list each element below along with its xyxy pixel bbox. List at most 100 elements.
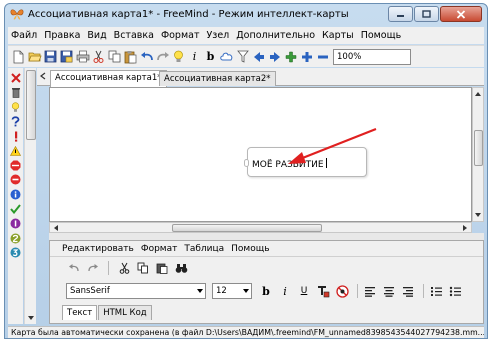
canvas-vertical-scrollbar[interactable]	[472, 87, 484, 222]
icon-palette-scroll-thumb[interactable]	[26, 70, 36, 140]
maximize-button[interactable]	[414, 6, 439, 22]
editor-cut-button[interactable]	[116, 261, 132, 275]
canvas-vertical-scroll-thumb[interactable]	[474, 130, 483, 166]
question-icon-button[interactable]	[10, 116, 22, 128]
editor-clear-format-button[interactable]	[334, 283, 350, 299]
align-center-button[interactable]	[381, 283, 397, 299]
scroll-right-arrow-icon[interactable]	[461, 224, 469, 232]
save-button[interactable]	[43, 49, 58, 65]
check-icon	[10, 204, 21, 214]
editor-underline-button[interactable]: U	[296, 283, 312, 299]
trash-icon-button[interactable]	[10, 87, 22, 99]
tab-html-code[interactable]: HTML Код	[98, 305, 152, 320]
menu-format[interactable]: Формат	[161, 30, 200, 41]
bullet-list-button[interactable]	[447, 283, 463, 299]
panel-splitter[interactable]	[49, 233, 484, 240]
copy-button[interactable]	[107, 49, 122, 65]
priority-3-icon-button[interactable]	[10, 247, 22, 259]
cloud-button[interactable]	[219, 49, 234, 65]
freemind-butterfly-icon	[10, 9, 24, 20]
numbered-list-icon	[430, 286, 442, 296]
info-icon-button[interactable]	[10, 188, 22, 200]
remove-icon-button[interactable]	[10, 72, 22, 84]
menu-tools[interactable]: Дополнительно	[236, 30, 315, 41]
menu-file[interactable]: Файл	[11, 30, 37, 41]
tab-text[interactable]: Текст	[62, 305, 98, 320]
scroll-down-arrow-icon[interactable]	[474, 211, 482, 219]
exclamation-icon-button[interactable]	[10, 130, 22, 142]
editor-menu-help[interactable]: Помощь	[231, 244, 269, 254]
menu-help[interactable]: Помощь	[361, 30, 401, 41]
scroll-left-arrow-icon[interactable]	[52, 224, 60, 232]
zoom-in-button[interactable]	[299, 49, 314, 65]
open-button[interactable]	[27, 49, 42, 65]
bold-icon: b	[206, 50, 215, 63]
menu-view[interactable]: Вид	[87, 30, 106, 41]
mind-map-canvas[interactable]: МОЁ РАЗВИТИЕ	[49, 87, 472, 222]
annotation-arrow	[288, 127, 377, 164]
editor-menu-edit[interactable]: Редактировать	[62, 244, 134, 254]
menu-edit[interactable]: Правка	[44, 30, 80, 41]
annotation-arrowhead	[288, 152, 306, 164]
tab-map-2[interactable]: Ассоциативная карта2*	[159, 71, 276, 86]
font-size-select[interactable]: 12	[212, 283, 252, 299]
menu-insert[interactable]: Вставка	[114, 30, 154, 41]
minimize-button[interactable]	[388, 6, 413, 22]
nav-left-button[interactable]	[251, 49, 266, 65]
undo-button[interactable]	[139, 49, 154, 65]
warning-icon-button[interactable]	[10, 145, 22, 157]
align-right-button[interactable]	[400, 283, 416, 299]
cut-icon	[119, 262, 129, 274]
align-left-button[interactable]	[362, 283, 378, 299]
editor-menu-table[interactable]: Таблица	[184, 244, 224, 254]
stop-icon-button[interactable]	[10, 159, 22, 171]
numbered-list-button[interactable]	[428, 283, 444, 299]
nav-right-button[interactable]	[267, 49, 282, 65]
editor-menu-format[interactable]: Формат	[141, 244, 178, 254]
zoom-out-button[interactable]	[315, 49, 330, 65]
bold-button[interactable]: b	[203, 49, 218, 65]
check-icon-button[interactable]	[10, 203, 22, 215]
bullet-list-icon	[449, 286, 461, 296]
print-icon	[76, 50, 89, 63]
minus-circle-icon-button[interactable]	[10, 174, 22, 186]
redo-button[interactable]	[155, 49, 170, 65]
editor-find-button[interactable]	[173, 261, 189, 275]
menu-node[interactable]: Узел	[206, 30, 229, 41]
editor-undo-button[interactable]	[66, 261, 82, 275]
minimize-icon	[397, 15, 404, 17]
tab-scroll-left-icon[interactable]	[39, 72, 47, 80]
menu-maps[interactable]: Карты	[322, 30, 354, 41]
scroll-down-arrow-icon[interactable]	[27, 314, 35, 322]
icon-palette-scrollbar[interactable]	[24, 68, 36, 324]
editor-bold-button[interactable]: b	[258, 283, 274, 299]
print-button[interactable]	[75, 49, 90, 65]
new-map-button[interactable]	[11, 49, 26, 65]
bulb-icon-button[interactable]	[10, 101, 22, 113]
editor-italic-button[interactable]: i	[277, 283, 293, 299]
cut-button[interactable]	[91, 49, 106, 65]
node-fold-handle[interactable]	[244, 159, 249, 167]
align-center-icon	[384, 286, 394, 297]
stop-icon	[10, 160, 21, 171]
priority-2-icon	[10, 233, 21, 244]
scroll-up-arrow-icon[interactable]	[474, 90, 482, 98]
idea-button[interactable]	[171, 49, 186, 65]
priority-2-icon-button[interactable]	[10, 232, 22, 244]
editor-text-color-button[interactable]	[315, 283, 331, 299]
canvas-horizontal-scrollbar[interactable]	[49, 222, 472, 233]
italic-button[interactable]: i	[187, 49, 202, 65]
add-node-button[interactable]	[283, 49, 298, 65]
canvas-horizontal-scroll-thumb[interactable]	[172, 224, 322, 232]
zoom-field[interactable]: 100%	[333, 48, 411, 65]
close-button[interactable]	[440, 6, 482, 22]
editor-paste-button[interactable]	[154, 261, 170, 275]
tab-map-1[interactable]: Ассоциативная карта1*	[50, 70, 167, 87]
editor-redo-button[interactable]	[85, 261, 101, 275]
filter-button[interactable]	[235, 49, 250, 65]
font-family-select[interactable]: SansSerif	[66, 283, 206, 299]
paste-button[interactable]	[123, 49, 138, 65]
priority-1-icon-button[interactable]	[10, 217, 22, 229]
save-as-button[interactable]	[59, 49, 74, 65]
editor-copy-button[interactable]	[135, 261, 151, 275]
